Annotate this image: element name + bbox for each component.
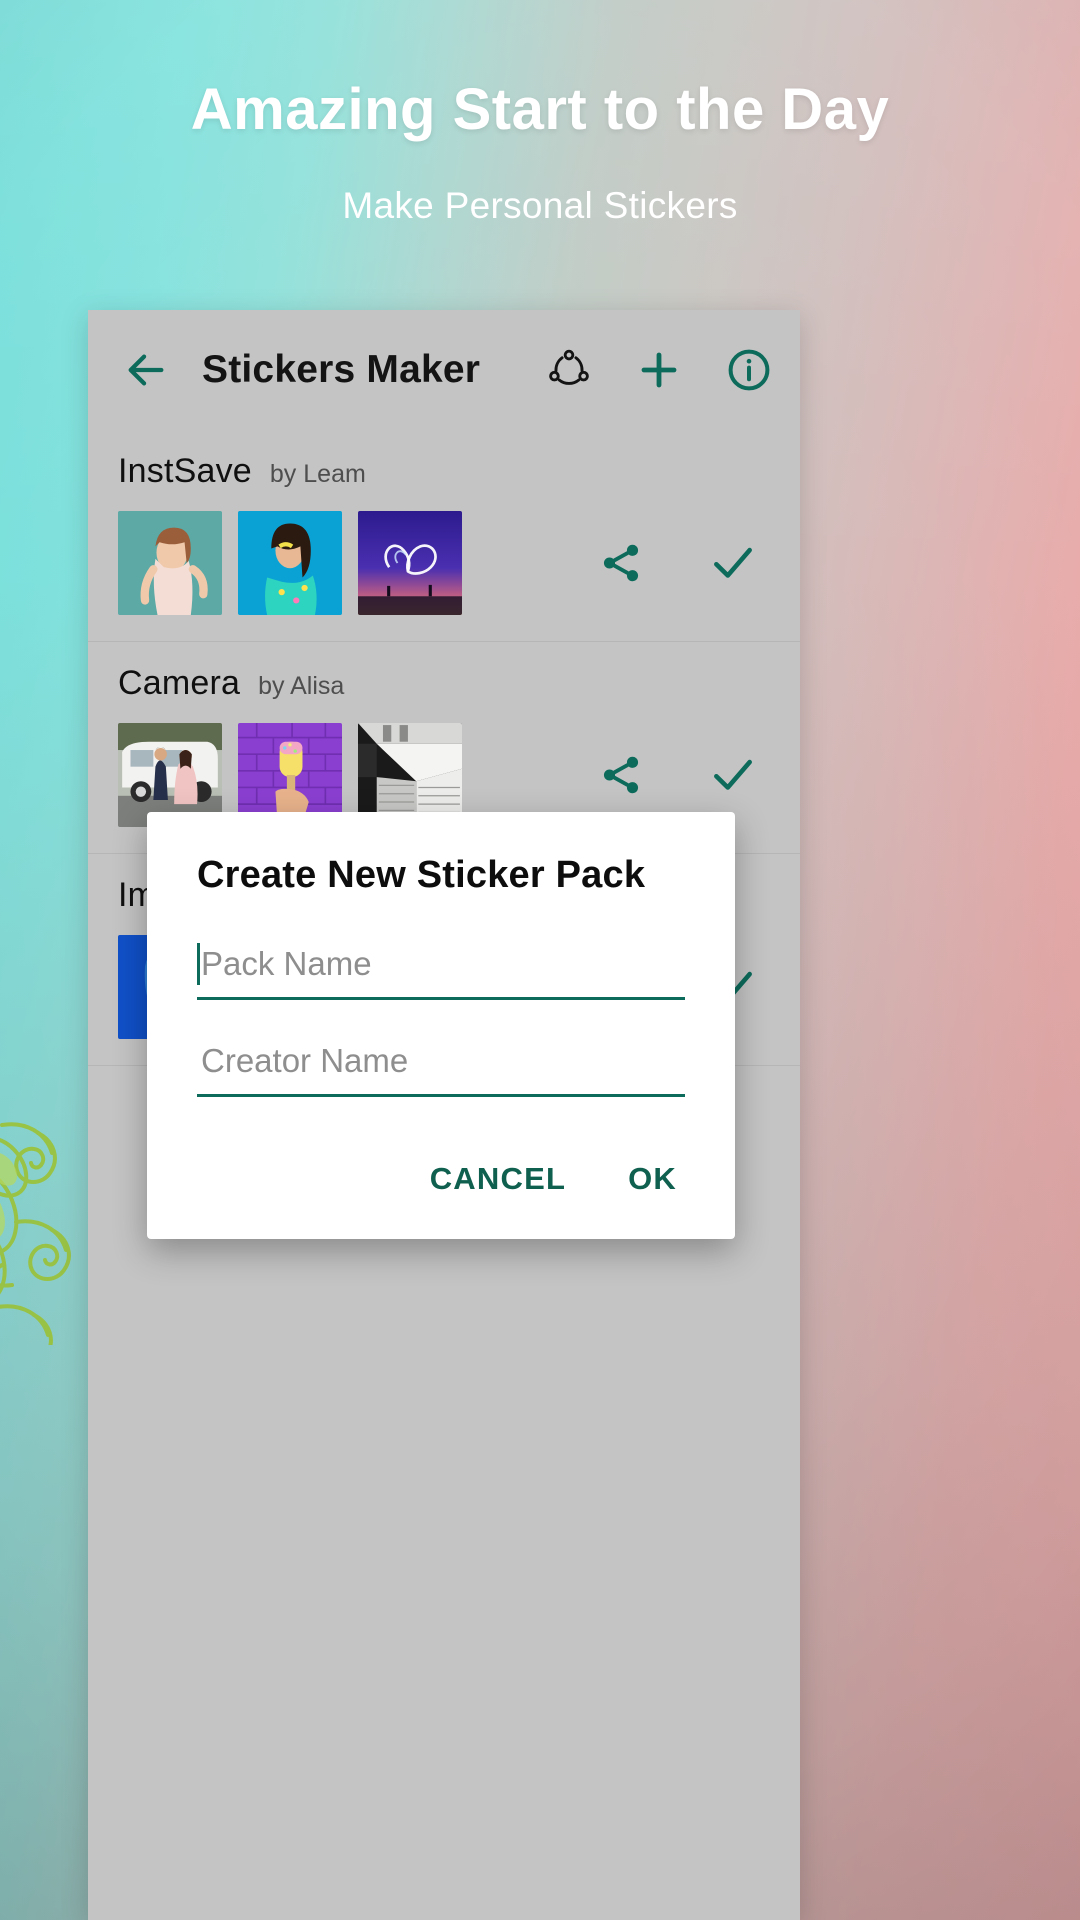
page-title: Amazing Start to the Day [190,77,890,142]
dialog-actions: CANCEL OK [197,1135,685,1215]
ok-button[interactable]: OK [628,1161,677,1197]
creator-name-field-wrap [197,1038,685,1097]
page-subtitle: Make Personal Stickers [342,185,738,226]
pack-name-input[interactable] [197,941,685,1000]
create-sticker-pack-dialog: Create New Sticker Pack CANCEL OK [147,812,735,1239]
pack-name-field-wrap [197,941,685,1000]
hero-section: Amazing Start to the Day Make Personal S… [0,0,1080,227]
cancel-button[interactable]: CANCEL [430,1161,566,1197]
dialog-title: Create New Sticker Pack [197,854,646,896]
creator-name-input[interactable] [197,1038,685,1097]
